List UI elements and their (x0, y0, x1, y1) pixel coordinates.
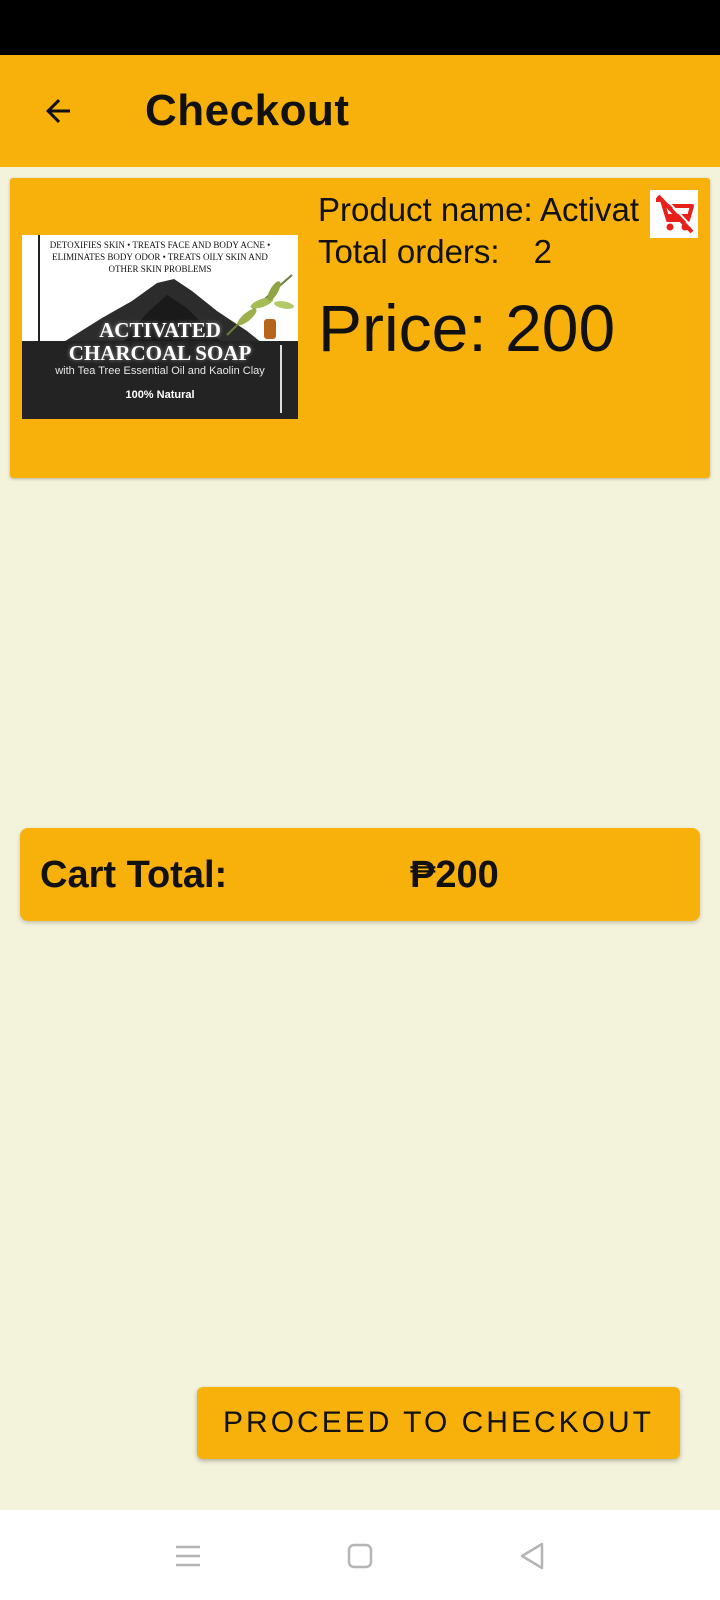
cart-item-card: Detoxifies Skin • Treats Face and Body A… (10, 178, 710, 478)
item-price-value: 200 (505, 291, 616, 365)
menu-icon (176, 1545, 200, 1567)
product-image-header-text: Detoxifies Skin • Treats Face and Body A… (49, 240, 271, 274)
app-bar: Checkout (0, 55, 720, 167)
recent-apps-button[interactable] (162, 1530, 214, 1582)
back-triangle-icon (520, 1542, 544, 1570)
back-button[interactable] (30, 83, 86, 139)
cart-total-label: Cart Total: (40, 854, 228, 896)
product-image: Detoxifies Skin • Treats Face and Body A… (22, 235, 298, 419)
product-image-subtitle: with Tea Tree Essential Oil and Kaolin C… (55, 365, 265, 377)
cart-total-value: ₱200 (410, 854, 499, 896)
total-orders: Total orders: 2 (318, 233, 552, 270)
home-button[interactable] (334, 1530, 386, 1582)
product-image-badge: 100% Natural (125, 389, 195, 401)
system-back-button[interactable] (506, 1530, 558, 1582)
total-orders-value: 2 (533, 233, 552, 270)
system-navigation-bar (0, 1510, 720, 1600)
proceed-to-checkout-button[interactable]: PROCEED TO CHECKOUT (197, 1387, 680, 1459)
remove-from-cart-icon (656, 193, 696, 234)
product-name: Product name: Activated Charcoal Soap (318, 191, 640, 228)
page-title: Checkout (145, 86, 350, 135)
product-image-title: ACTIVATED CHARCOAL SOAP (68, 318, 252, 365)
arrow-left-icon (46, 99, 70, 123)
item-price: Price: 200 (318, 291, 616, 365)
remove-from-cart-button[interactable] (650, 190, 698, 238)
status-bar (0, 0, 720, 55)
home-square-icon (347, 1543, 373, 1569)
cart-total-card: Cart Total: ₱200 (20, 828, 700, 921)
